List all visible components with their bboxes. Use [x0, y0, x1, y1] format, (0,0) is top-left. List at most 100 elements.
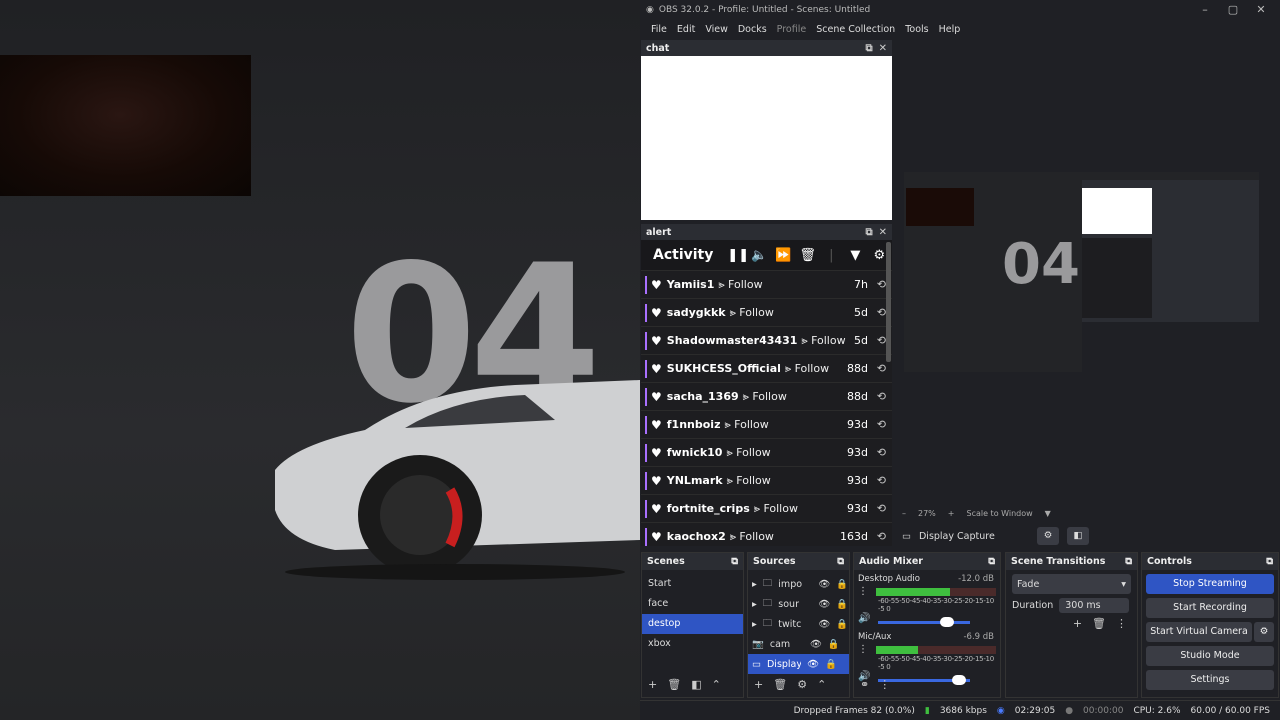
volume-icon[interactable]: 🔈 — [751, 248, 767, 263]
lock-icon[interactable]: 🔒 — [828, 639, 840, 650]
float-icon[interactable]: ⧉ — [1125, 556, 1132, 567]
minimize-icon[interactable]: – — [1195, 2, 1215, 18]
source-settings-button[interactable]: ⚙ — [1036, 527, 1059, 545]
menu-help[interactable]: Help — [934, 24, 966, 35]
float-icon[interactable]: ⧉ — [865, 227, 872, 238]
scene-item[interactable]: Start — [642, 574, 743, 594]
slider-knob[interactable] — [940, 617, 954, 627]
source-filters-button[interactable]: ◧ — [1066, 527, 1089, 545]
volume-slider[interactable] — [878, 617, 970, 627]
scrollbar[interactable] — [886, 242, 891, 362]
lock-icon[interactable]: 🔒 — [825, 659, 837, 670]
scene-item[interactable]: destop — [642, 614, 743, 634]
source-item[interactable]: 📷 cam 👁 🔒 — [748, 634, 849, 654]
eye-icon[interactable]: 👁 — [818, 619, 830, 630]
skip-icon[interactable]: ⏩ — [775, 248, 791, 263]
speaker-icon[interactable]: 🔊 — [858, 613, 872, 624]
chat-content[interactable] — [641, 56, 892, 220]
replay-icon[interactable]: ⟲ — [877, 446, 886, 459]
scale-mode[interactable]: Scale to Window — [966, 509, 1032, 518]
transition-select[interactable]: Fade ▾ — [1012, 574, 1131, 594]
pause-icon[interactable]: ❚❚ — [727, 248, 749, 263]
activity-row[interactable]: ♥ Yamiis1 ⪢ Follow 7h ⟲ — [641, 270, 892, 298]
close-icon[interactable]: ✕ — [1251, 2, 1271, 18]
replay-icon[interactable]: ⟲ — [877, 502, 886, 515]
menu-profile[interactable]: Profile — [772, 24, 812, 35]
eye-icon[interactable]: 👁 — [810, 639, 822, 650]
activity-row[interactable]: ♥ Shadowmaster43431 ⪢ Follow 5d ⟲ — [641, 326, 892, 354]
close-icon[interactable]: ✕ — [879, 227, 887, 238]
activity-row[interactable]: ♥ SUKHCESS_Official ⪢ Follow 88d ⟲ — [641, 354, 892, 382]
zoom-out-icon[interactable]: – — [902, 509, 906, 518]
studio-mode-button[interactable]: Studio Mode — [1146, 646, 1274, 666]
eye-icon[interactable]: 👁 — [818, 599, 830, 610]
menu-scene-collection[interactable]: Scene Collection — [811, 24, 900, 35]
start-virtual-camera-button[interactable]: Start Virtual Camera — [1146, 622, 1252, 642]
link-icon[interactable]: ⚭ — [860, 678, 869, 691]
source-item[interactable]: ▭ Display C 👁 🔒 — [748, 654, 849, 674]
replay-icon[interactable]: ⟲ — [877, 334, 886, 347]
replay-icon[interactable]: ⟲ — [877, 390, 886, 403]
settings-button[interactable]: Settings — [1146, 670, 1274, 690]
preview-canvas[interactable]: 04 — [904, 172, 1259, 372]
float-icon[interactable]: ⧉ — [731, 556, 738, 567]
eye-icon[interactable]: 👁 — [818, 579, 830, 590]
gear-icon[interactable]: ⚙ — [871, 248, 887, 263]
chevron-up-icon[interactable]: ⌃ — [712, 678, 721, 691]
float-icon[interactable]: ⧉ — [837, 556, 844, 567]
activity-row[interactable]: ♥ YNLmark ⪢ Follow 93d ⟲ — [641, 466, 892, 494]
maximize-icon[interactable]: ▢ — [1223, 2, 1243, 18]
add-icon[interactable]: + — [754, 678, 763, 691]
source-item[interactable]: ▸ 🗀 sour 👁 🔒 — [748, 594, 849, 614]
zoom-in-icon[interactable]: + — [948, 509, 955, 518]
more-icon[interactable]: ⋮ — [858, 644, 872, 655]
stop-streaming-button[interactable]: Stop Streaming — [1146, 574, 1274, 594]
chevron-up-icon[interactable]: ⌃ — [817, 678, 826, 691]
eye-icon[interactable]: 👁 — [807, 659, 819, 670]
menu-file[interactable]: File — [646, 24, 672, 35]
scene-item[interactable]: xbox — [642, 634, 743, 654]
activity-row[interactable]: ♥ f1nnboiz ⪢ Follow 93d ⟲ — [641, 410, 892, 438]
add-icon[interactable]: + — [648, 678, 657, 691]
replay-icon[interactable]: ⟲ — [877, 530, 886, 543]
add-icon[interactable]: + — [1073, 617, 1082, 630]
trash-icon[interactable]: 🗑 — [1092, 617, 1106, 630]
chevron-down-icon[interactable]: ▼ — [1045, 509, 1051, 518]
menu-view[interactable]: View — [700, 24, 733, 35]
replay-icon[interactable]: ⟲ — [877, 474, 886, 487]
duration-input[interactable]: 300 ms — [1059, 598, 1130, 613]
source-item[interactable]: ▸ 🗀 twitc 👁 🔒 — [748, 614, 849, 634]
menu-edit[interactable]: Edit — [672, 24, 700, 35]
scene-item[interactable]: face — [642, 594, 743, 614]
lock-icon[interactable]: 🔒 — [836, 579, 848, 590]
lock-icon[interactable]: 🔒 — [836, 619, 848, 630]
more-icon[interactable]: ⋮ — [879, 678, 890, 691]
gear-icon[interactable]: ⚙ — [1254, 622, 1274, 642]
close-icon[interactable]: ✕ — [879, 43, 887, 54]
replay-icon[interactable]: ⟲ — [877, 362, 886, 375]
trash-icon[interactable]: 🗑 — [667, 678, 681, 691]
float-icon[interactable]: ⧉ — [988, 556, 995, 567]
trash-icon[interactable]: 🗑 — [773, 678, 787, 691]
replay-icon[interactable]: ⟲ — [877, 278, 886, 291]
filter-icon[interactable]: ▼ — [847, 248, 863, 263]
lock-icon[interactable]: 🔒 — [836, 599, 848, 610]
source-item[interactable]: ▸ 🗀 impo 👁 🔒 — [748, 574, 849, 594]
menu-docks[interactable]: Docks — [733, 24, 772, 35]
float-icon[interactable]: ⧉ — [865, 43, 872, 54]
replay-icon[interactable]: ⟲ — [877, 418, 886, 431]
activity-row[interactable]: ♥ kaochox2 ⪢ Follow 163d ⟲ — [641, 522, 892, 546]
more-icon[interactable]: ⋮ — [1116, 617, 1127, 630]
replay-icon[interactable]: ⟲ — [877, 306, 886, 319]
float-icon[interactable]: ⧉ — [1266, 556, 1273, 567]
activity-row[interactable]: ♥ fortnite_crips ⪢ Follow 93d ⟲ — [641, 494, 892, 522]
activity-row[interactable]: ♥ sadygkkk ⪢ Follow 5d ⟲ — [641, 298, 892, 326]
more-icon[interactable]: ⋮ — [858, 586, 872, 597]
trash-icon[interactable]: 🗑 — [799, 248, 816, 263]
start-recording-button[interactable]: Start Recording — [1146, 598, 1274, 618]
activity-row[interactable]: ♥ sacha_1369 ⪢ Follow 88d ⟲ — [641, 382, 892, 410]
activity-row[interactable]: ♥ fwnick10 ⪢ Follow 93d ⟲ — [641, 438, 892, 466]
gear-icon[interactable]: ⚙ — [797, 678, 807, 691]
filter-icon[interactable]: ◧ — [691, 678, 701, 691]
menu-tools[interactable]: Tools — [900, 24, 933, 35]
